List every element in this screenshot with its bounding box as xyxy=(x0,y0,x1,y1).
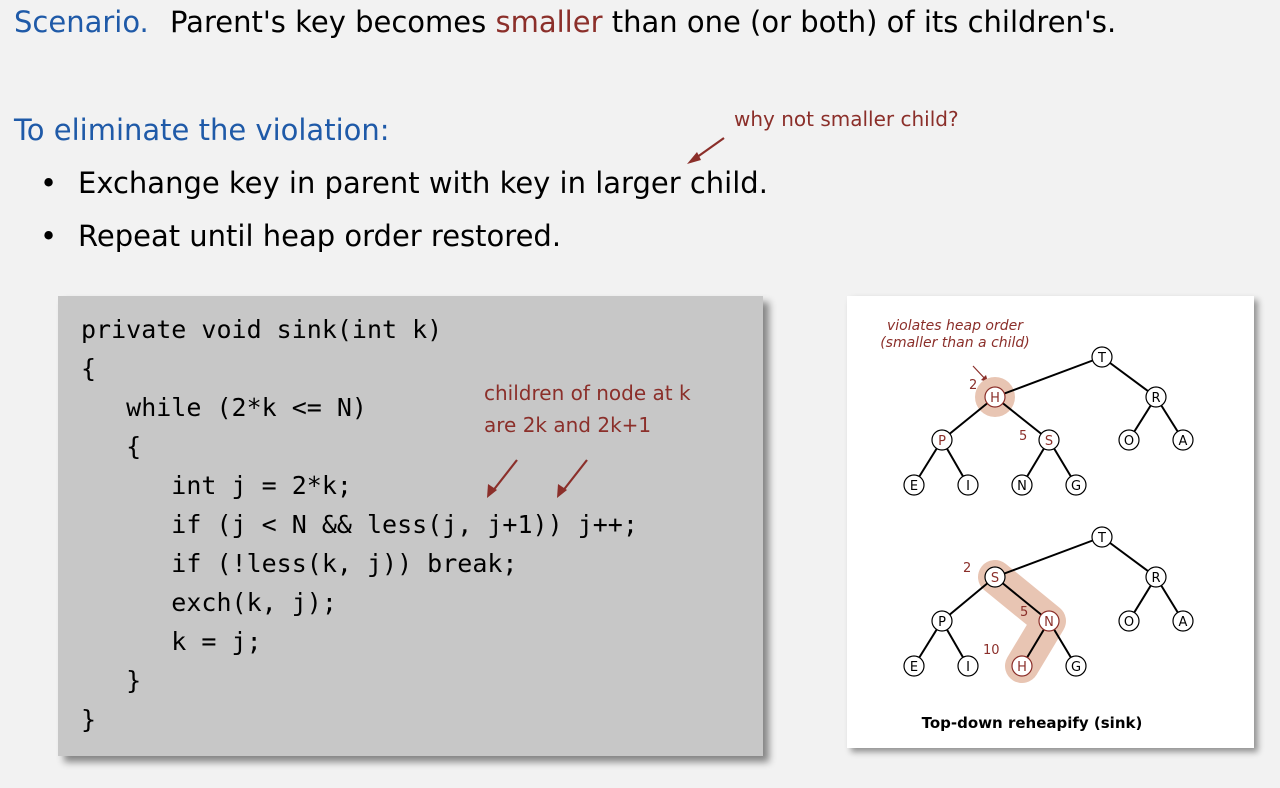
svg-text:H: H xyxy=(1017,660,1027,675)
heap-node: O xyxy=(1118,429,1140,451)
heap-node: G xyxy=(1065,474,1087,496)
bullet-text: Repeat until heap order restored. xyxy=(78,219,562,253)
code-line: { xyxy=(81,354,97,383)
heap-node: P xyxy=(931,610,953,632)
heap-node: N xyxy=(1038,610,1060,632)
heap-node: E xyxy=(903,655,925,677)
code-panel: private void sink(int k) { while (2*k <=… xyxy=(58,296,763,756)
eliminate-heading: To eliminate the violation: xyxy=(14,113,390,147)
bullet-item: • Repeat until heap order restored. xyxy=(40,216,561,256)
svg-text:I: I xyxy=(966,660,970,675)
heap-node: P xyxy=(931,429,953,451)
svg-text:O: O xyxy=(1124,434,1134,449)
heap-node: H xyxy=(984,386,1006,408)
scenario-text-after: than one (or both) of its children's. xyxy=(602,5,1117,39)
svg-text:P: P xyxy=(938,615,946,630)
code-line: private void sink(int k) xyxy=(81,315,443,344)
heap-node: H xyxy=(1011,655,1033,677)
code-line: int j = 2*k; xyxy=(81,471,352,500)
code-line: } xyxy=(81,666,142,695)
svg-text:G: G xyxy=(1071,479,1081,494)
why-not-smaller-annotation: why not smaller child? xyxy=(734,107,959,131)
svg-text:A: A xyxy=(1179,434,1188,449)
index-label: 5 xyxy=(1019,429,1027,444)
violates-note: (smaller than a child) xyxy=(880,335,1030,351)
code-line: if (!less(k, j)) break; xyxy=(81,549,518,578)
svg-text:I: I xyxy=(966,479,970,494)
svg-text:E: E xyxy=(910,479,918,494)
index-label: 2 xyxy=(963,561,971,576)
heap-diagram: violates heap order (smaller than a chil… xyxy=(880,318,1194,732)
heap-node: S xyxy=(1038,429,1060,451)
tree-nodes-top: T H R P S O A E I N G xyxy=(903,346,1194,496)
heap-node: A xyxy=(1172,610,1194,632)
index-label: 10 xyxy=(983,643,1000,658)
bullet-item: • Exchange key in parent with key in larg… xyxy=(40,163,768,203)
heap-node: A xyxy=(1172,429,1194,451)
scenario-line: Scenario. Parent's key becomes smaller t… xyxy=(14,2,1116,42)
heap-node: T xyxy=(1091,526,1113,548)
heap-node: T xyxy=(1091,346,1113,368)
heap-node: I xyxy=(957,655,979,677)
code-line: } xyxy=(81,705,97,734)
svg-text:O: O xyxy=(1124,615,1134,630)
svg-text:T: T xyxy=(1097,351,1106,366)
svg-text:E: E xyxy=(910,660,918,675)
svg-text:N: N xyxy=(1044,615,1054,630)
heap-node: I xyxy=(957,474,979,496)
scenario-text-before: Parent's key becomes xyxy=(170,5,496,39)
svg-text:H: H xyxy=(990,391,1000,406)
svg-text:A: A xyxy=(1179,615,1188,630)
violates-note: violates heap order xyxy=(887,318,1024,334)
svg-text:G: G xyxy=(1071,660,1081,675)
heap-node: G xyxy=(1065,655,1087,677)
svg-text:R: R xyxy=(1151,571,1160,586)
svg-text:T: T xyxy=(1097,531,1106,546)
heap-node: N xyxy=(1011,474,1033,496)
bullet-text: Exchange key in parent with key in large… xyxy=(78,166,768,200)
why-arrow xyxy=(692,137,725,161)
index-label: 2 xyxy=(969,378,977,393)
code-line: while (2*k <= N) xyxy=(81,393,367,422)
scenario-label: Scenario. xyxy=(14,5,149,39)
svg-text:N: N xyxy=(1017,479,1027,494)
code-line: exch(k, j); xyxy=(81,588,337,617)
svg-text:S: S xyxy=(1045,434,1053,449)
diagram-caption: Top-down reheapify (sink) xyxy=(922,714,1143,732)
svg-text:S: S xyxy=(991,571,999,586)
heap-node: O xyxy=(1118,610,1140,632)
code-line: if (j < N && less(j, j+1)) j++; xyxy=(81,510,638,539)
scenario-highlight: smaller xyxy=(495,5,603,39)
tree-edges-top xyxy=(913,356,1184,486)
heap-node: R xyxy=(1145,386,1167,408)
heap-node: R xyxy=(1145,566,1167,588)
heap-diagram-panel: violates heap order (smaller than a chil… xyxy=(847,296,1254,748)
children-note: children of node at k xyxy=(484,381,691,405)
bullet-dot-icon: • xyxy=(40,166,58,200)
heap-node: S xyxy=(984,566,1006,588)
children-note: are 2k and 2k+1 xyxy=(484,413,652,437)
code-line: { xyxy=(81,432,142,461)
heap-node: E xyxy=(903,474,925,496)
code-line: k = j; xyxy=(81,627,262,656)
svg-text:P: P xyxy=(938,434,946,449)
index-label: 5 xyxy=(1020,605,1028,620)
svg-text:R: R xyxy=(1151,391,1160,406)
bullet-dot-icon: • xyxy=(40,219,58,253)
